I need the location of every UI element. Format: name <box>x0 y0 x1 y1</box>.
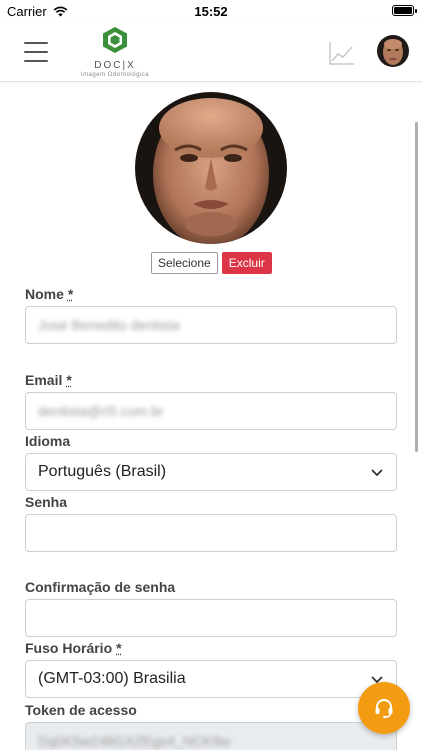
token-value: Dq0K5w248GXZEgv4_NCK9w <box>38 733 231 749</box>
email-value: dentista@ri5.com.br <box>38 403 164 419</box>
scrollbar[interactable] <box>415 122 418 452</box>
logo-text: DOC|X <box>94 60 136 71</box>
chart-button[interactable] <box>328 40 356 66</box>
status-time: 15:52 <box>194 4 228 19</box>
line-chart-icon <box>329 42 354 65</box>
photo-actions: Selecione Excluir <box>151 252 272 274</box>
token-field: Dq0K5w248GXZEgv4_NCK9w <box>25 722 397 750</box>
menu-icon-bar <box>24 42 48 44</box>
email-label-text: Email <box>25 372 63 388</box>
docix-logo: DOC|X Imagem Odontológica <box>78 26 152 78</box>
timezone-select[interactable]: (GMT-03:00) Brasilia <box>25 660 397 698</box>
profile-form[interactable]: Selecione Excluir Nome * José Benedito de… <box>0 82 422 750</box>
email-input[interactable]: dentista@ri5.com.br <box>25 392 397 430</box>
required-marker: * <box>67 286 74 302</box>
token-label: Token de acesso <box>25 702 137 718</box>
password-input[interactable] <box>25 514 397 552</box>
logo-subtitle: Imagem Odontológica <box>80 72 150 78</box>
name-value: José Benedito dentista <box>38 317 180 333</box>
required-marker: * <box>116 640 122 656</box>
password-confirm-input[interactable] <box>25 599 397 637</box>
delete-photo-button[interactable]: Excluir <box>221 252 272 274</box>
chevron-down-icon <box>371 469 383 477</box>
timezone-label-text: Fuso Horário <box>25 640 113 656</box>
timezone-value: (GMT-03:00) Brasilia <box>38 670 186 687</box>
support-button[interactable] <box>358 682 410 734</box>
menu-button[interactable] <box>24 42 48 62</box>
language-label: Idioma <box>25 433 71 449</box>
required-marker: * <box>66 372 72 388</box>
password-label: Senha <box>25 494 68 510</box>
menu-icon-bar <box>24 51 48 53</box>
profile-face-image <box>135 92 287 244</box>
status-bar: Carrier 15:52 <box>0 0 422 22</box>
headset-icon <box>375 699 393 719</box>
name-label: Nome * <box>25 286 73 302</box>
cube-logo-icon <box>103 27 127 53</box>
profile-photo <box>135 92 287 244</box>
name-label-text: Nome <box>25 286 64 302</box>
select-photo-button[interactable]: Selecione <box>151 252 218 274</box>
menu-icon-bar <box>24 60 48 62</box>
user-avatar[interactable] <box>377 35 409 67</box>
language-value: Português (Brasil) <box>38 463 167 480</box>
language-select[interactable]: Português (Brasil) <box>25 453 397 491</box>
battery-icon <box>392 5 417 16</box>
avatar-face-image <box>377 35 409 67</box>
app-header: DOC|X Imagem Odontológica <box>0 22 422 82</box>
timezone-label: Fuso Horário * <box>25 640 122 656</box>
name-input[interactable]: José Benedito dentista <box>25 306 397 344</box>
password-confirm-label: Confirmação de senha <box>25 579 176 595</box>
email-label: Email * <box>25 372 72 388</box>
